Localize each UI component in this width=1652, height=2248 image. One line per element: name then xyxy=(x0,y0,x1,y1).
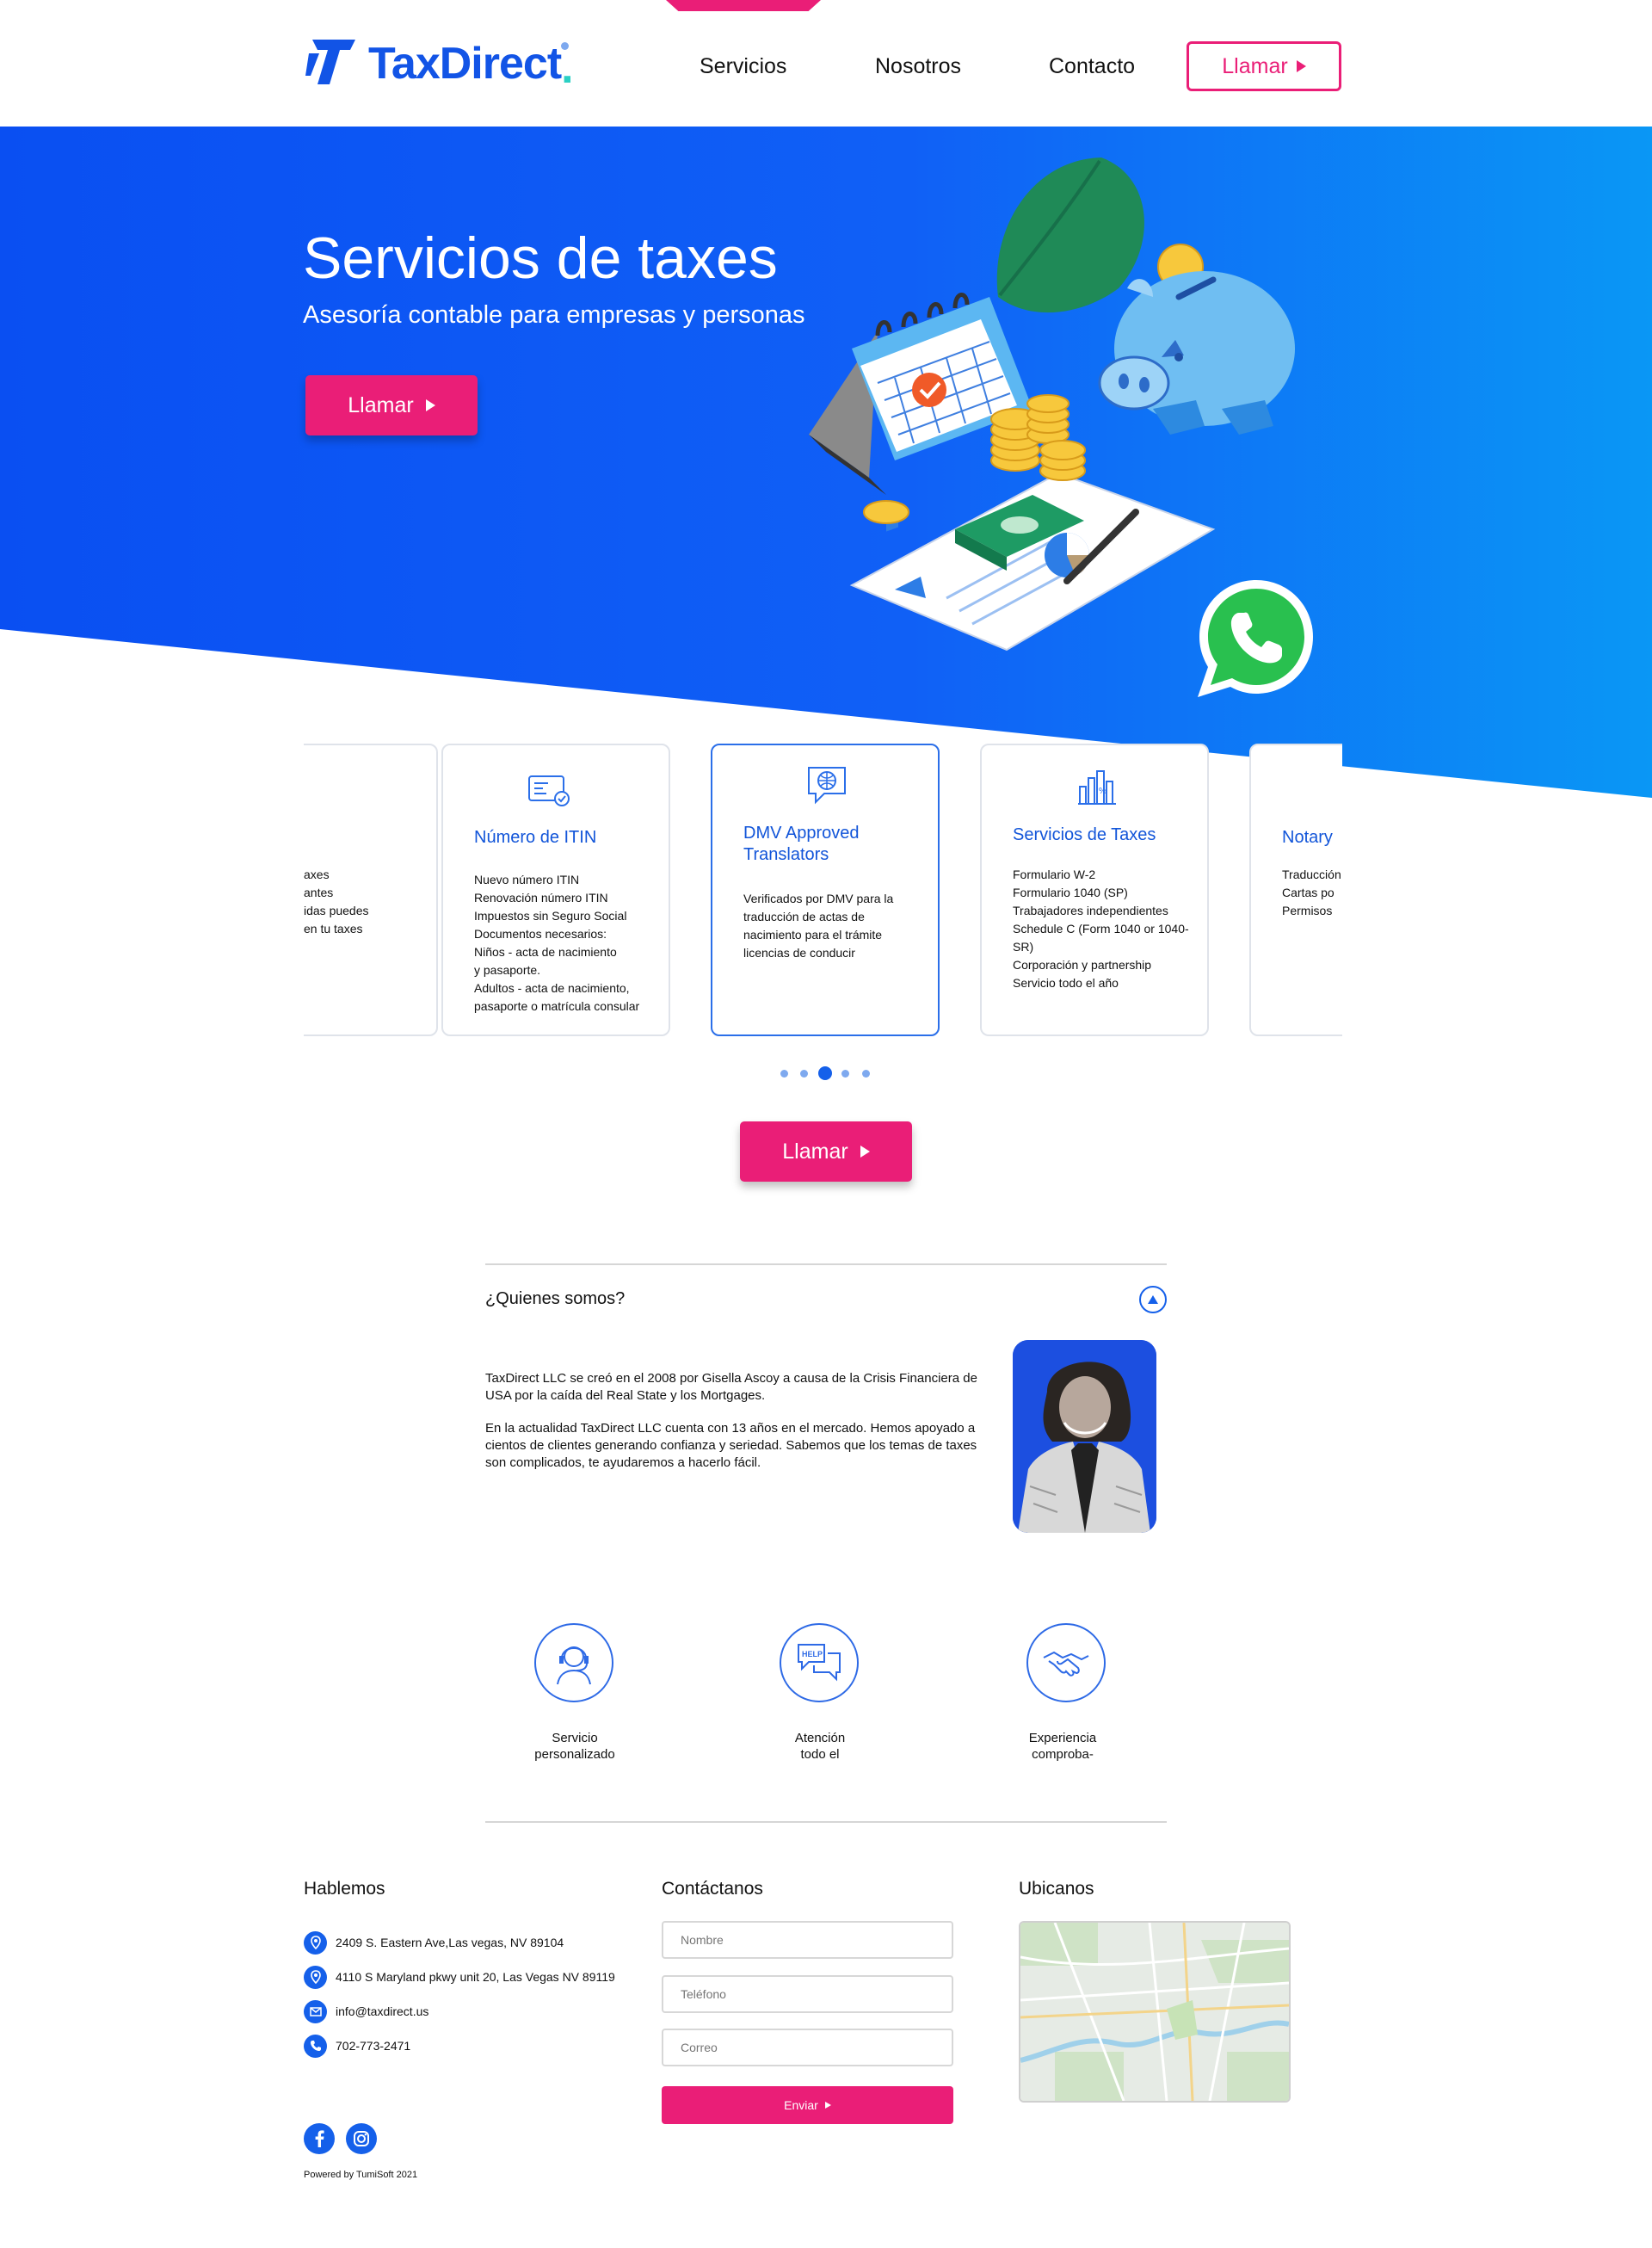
about-text: TaxDirect LLC se creó en el 2008 por Gis… xyxy=(485,1370,993,1487)
play-icon xyxy=(824,2102,831,2109)
chevron-up-icon xyxy=(1148,1295,1158,1304)
logo-mark-icon[interactable] xyxy=(305,36,359,86)
svg-text:HELP: HELP xyxy=(802,1650,823,1658)
location-pin-icon xyxy=(304,1930,327,1955)
card-body: Nuevo número ITIN Renovación número ITIN… xyxy=(474,873,640,1013)
about-paragraph: En la actualidad TaxDirect LLC cuenta co… xyxy=(485,1421,977,1470)
handshake-icon xyxy=(1026,1623,1106,1702)
email-text[interactable]: info@taxdirect.us xyxy=(336,2004,428,2018)
play-icon xyxy=(425,399,435,411)
instagram-icon[interactable] xyxy=(346,2123,377,2154)
email-input[interactable] xyxy=(662,2029,953,2066)
facebook-icon[interactable] xyxy=(304,2123,335,2154)
address-row: 2409 S. Eastern Ave,Las vegas, NV 89104 xyxy=(304,1930,564,1955)
logo-text-dot: . xyxy=(561,42,574,93)
top-accent-tab xyxy=(666,0,821,11)
divider xyxy=(485,1263,1167,1265)
divider xyxy=(485,1821,1167,1823)
service-card-taxes[interactable]: % Servicios de Taxes Formulario W-2 Form… xyxy=(980,744,1209,1036)
location-pin-icon xyxy=(304,1965,327,1989)
card-title: Notary xyxy=(1282,828,1333,847)
phone-row[interactable]: 702-773-2471 xyxy=(304,2034,410,2058)
services-call-label: Llamar xyxy=(782,1139,848,1164)
service-card[interactable]: axes antes idas puedes en tu taxes xyxy=(304,744,438,1036)
hero-call-label: Llamar xyxy=(348,392,414,417)
feature-label: Servicio personalizado xyxy=(534,1731,615,1762)
address-row: 4110 S Maryland pkwy unit 20, Las Vegas … xyxy=(304,1965,615,1989)
service-card-dmv[interactable]: DMV Approved Translators Verificados por… xyxy=(711,744,940,1036)
name-input[interactable] xyxy=(662,1921,953,1959)
hero-subtitle: Asesoría contable para empresas y person… xyxy=(303,301,805,329)
headset-agent-icon xyxy=(534,1623,613,1702)
carousel-pagination xyxy=(779,1065,873,1083)
carousel-dot[interactable] xyxy=(862,1070,870,1078)
logo-wordmark[interactable]: TaxDirect. xyxy=(368,38,574,93)
carousel-dot[interactable] xyxy=(800,1070,808,1078)
powered-by-text: Powered by TumiSoft 2021 xyxy=(304,2170,418,2180)
carousel-dot[interactable] xyxy=(841,1070,849,1078)
mail-icon xyxy=(304,1999,327,2023)
footer-heading-talk: Hablemos xyxy=(304,1879,385,1899)
card-title: Servicios de Taxes xyxy=(1013,825,1156,844)
nav-servicios[interactable]: Servicios xyxy=(700,53,786,79)
carousel-dot[interactable] xyxy=(780,1070,788,1078)
whatsapp-icon[interactable] xyxy=(1194,577,1318,701)
phone-input[interactable] xyxy=(662,1975,953,2013)
globe-chat-icon xyxy=(805,764,848,807)
feature-label: Atención todo el xyxy=(794,1731,846,1762)
carousel-dot-active[interactable] xyxy=(818,1066,832,1080)
card-body: Traducción Cartas po Permisos xyxy=(1282,868,1341,917)
svg-text:%: % xyxy=(1099,787,1106,796)
about-paragraph: TaxDirect LLC se creó en el 2008 por Gis… xyxy=(485,1371,977,1403)
hero-title: Servicios de taxes xyxy=(303,225,778,291)
address-text: 2409 S. Eastern Ave,Las vegas, NV 89104 xyxy=(336,1936,564,1949)
footer-heading-contact: Contáctanos xyxy=(662,1879,763,1899)
hero-call-button[interactable]: Llamar xyxy=(305,375,478,435)
phone-text[interactable]: 702-773-2471 xyxy=(336,2039,410,2053)
card-title: DMV Approved Translators xyxy=(743,824,860,864)
services-carousel[interactable]: axes antes idas puedes en tu taxes Númer… xyxy=(304,742,1342,1040)
send-button[interactable]: Enviar xyxy=(662,2086,953,2124)
send-label: Enviar xyxy=(784,2098,818,2112)
footer-heading-map: Ubicanos xyxy=(1019,1879,1094,1899)
card-body: Formulario W-2 Formulario 1040 (SP) Trab… xyxy=(1013,868,1189,990)
feature-label: Experiencia comproba- xyxy=(1028,1731,1097,1762)
about-accordion-title[interactable]: ¿Quienes somos? xyxy=(485,1288,625,1310)
service-card-itin[interactable]: Número de ITIN Nuevo número ITIN Renovac… xyxy=(441,744,670,1036)
accordion-toggle-button[interactable] xyxy=(1139,1286,1167,1313)
logo-text-direct: Direct xyxy=(439,39,562,89)
play-icon xyxy=(1296,60,1306,72)
id-card-icon xyxy=(527,768,570,811)
email-row[interactable]: info@taxdirect.us xyxy=(304,1999,428,2023)
header-call-button[interactable]: Llamar xyxy=(1187,41,1341,91)
services-call-button[interactable]: Llamar xyxy=(740,1121,912,1182)
help-chat-icon: HELP xyxy=(780,1623,859,1702)
nav-nosotros[interactable]: Nosotros xyxy=(875,53,961,79)
card-body: Verificados por DMV para la traducción d… xyxy=(743,892,894,960)
card-title: Número de ITIN xyxy=(474,828,597,847)
header-call-label: Llamar xyxy=(1222,53,1288,78)
nav-contacto[interactable]: Contacto xyxy=(1049,53,1135,79)
location-map[interactable] xyxy=(1019,1921,1291,2103)
phone-icon xyxy=(304,2034,327,2058)
founder-photo xyxy=(1013,1340,1156,1533)
service-card-notary[interactable]: Notary Traducción Cartas po Permisos xyxy=(1249,744,1342,1036)
play-icon xyxy=(860,1146,870,1158)
bar-chart-percent-icon: % xyxy=(1075,764,1118,807)
address-text: 4110 S Maryland pkwy unit 20, Las Vegas … xyxy=(336,1970,615,1984)
logo-text-tax: Tax xyxy=(368,39,441,89)
